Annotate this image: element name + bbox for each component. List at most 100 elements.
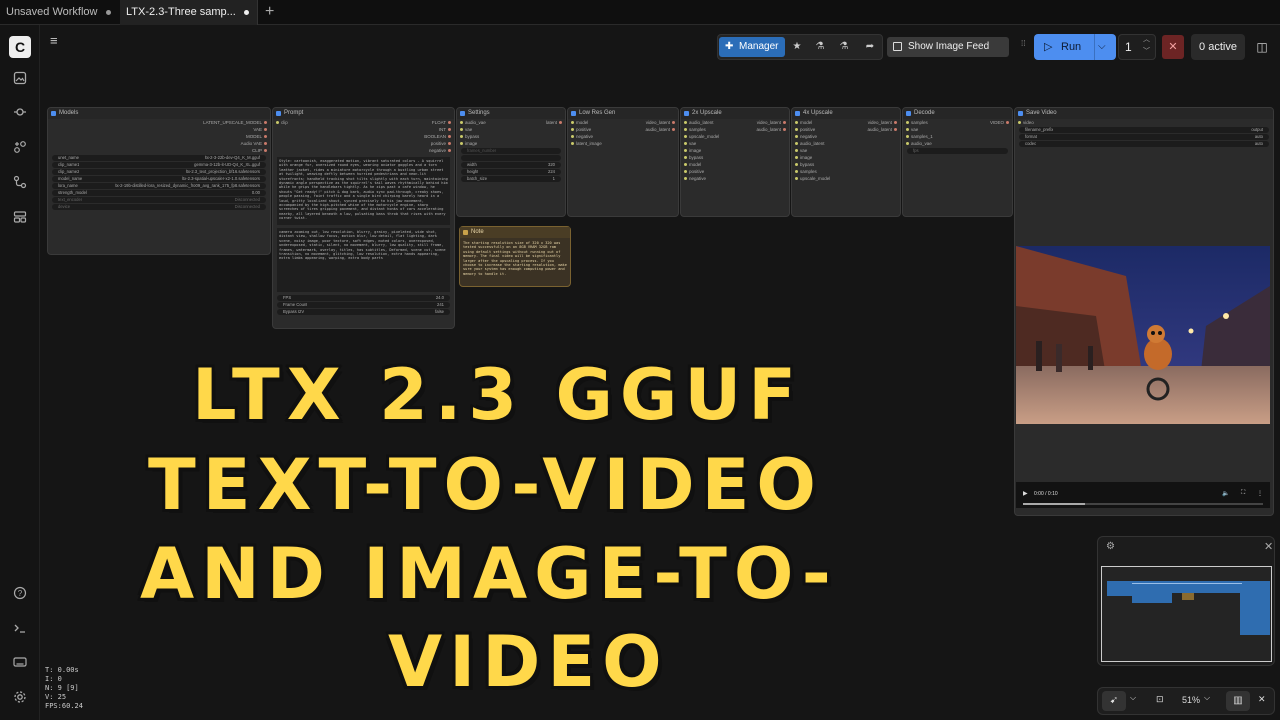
output-slot[interactable]: MODEL [48, 133, 270, 140]
output-slot[interactable]: LATENT_UPSCALE_MODEL [48, 119, 270, 126]
drag-handle-icon[interactable]: ⁞⁞ [1021, 40, 1029, 53]
templates-icon[interactable] [10, 210, 30, 230]
input-slot[interactable]: bypass [681, 154, 789, 161]
stepper-icon[interactable]: ︿ ﹀ [1143, 34, 1150, 58]
tab-unsaved-workflow[interactable]: Unsaved Workflow [0, 0, 118, 25]
input-slot[interactable]: upscale_model [681, 133, 789, 140]
input-slot[interactable]: vae [903, 126, 1012, 133]
strength-model-widget[interactable]: strength_model 0.00 [52, 190, 266, 196]
output-slot[interactable]: VIDEO [903, 119, 1012, 126]
node-4x-upscale[interactable]: 4x Upscale model video_latent positive a… [791, 107, 901, 217]
flask-icon[interactable]: ⚗ [810, 37, 830, 57]
node-settings[interactable]: Settings audio_vae latent vae bypass ima… [456, 107, 566, 217]
input-slot[interactable]: audio_latent [792, 140, 900, 147]
empty-widget[interactable] [461, 155, 561, 161]
fps-widget[interactable]: fps [907, 148, 1008, 154]
clear-queue-button[interactable]: ✕ [1162, 35, 1184, 59]
input-slot[interactable]: bypass [457, 133, 565, 140]
output-slot[interactable]: CLIP [48, 147, 270, 154]
output-slot[interactable]: BOOLEAN [273, 133, 454, 140]
text-encoder-widget[interactable]: text_encoder Disconnected [52, 197, 266, 203]
chevron-down-icon[interactable]: ⌵ [1130, 693, 1136, 703]
clip-name1-widget[interactable]: clip_name1 gemma-3-12b-it-UD-Q4_K_XL.gguf [52, 162, 266, 168]
output-slot[interactable]: video_latent [568, 119, 678, 126]
settings-gear-icon[interactable] [10, 690, 30, 710]
input-slot[interactable]: positive [681, 168, 789, 175]
output-slot[interactable]: Audio VAE [48, 140, 270, 147]
node-decode[interactable]: Decode samples VIDEO vae samples_1 audio… [902, 107, 1013, 217]
output-slot[interactable]: audio_latent [681, 126, 789, 133]
codec-widget[interactable]: codec auto [1019, 141, 1269, 147]
node-prompt[interactable]: Prompt clip FLOAT INT BOOLEAN positive n… [272, 107, 455, 329]
format-widget[interactable]: format auto [1019, 134, 1269, 140]
input-slot[interactable]: samples_1 [903, 133, 1012, 140]
output-slot[interactable]: video_latent [792, 119, 900, 126]
chevron-down-icon[interactable]: ⌵ [1098, 34, 1106, 60]
negative-prompt-textarea[interactable]: camera zooming out, low resolution, blur… [277, 228, 450, 292]
input-slot[interactable]: negative [792, 133, 900, 140]
minimap-toggle-icon[interactable]: ▥ [1226, 691, 1250, 711]
output-slot[interactable]: audio_latent [792, 126, 900, 133]
more-options-icon[interactable]: ⋮ [1257, 490, 1263, 497]
close-icon[interactable]: ✕ [1264, 540, 1273, 553]
images-icon[interactable] [10, 71, 30, 91]
flask-alt-icon[interactable]: ⚗ [834, 37, 854, 57]
output-slot[interactable]: negative [273, 147, 454, 154]
comfy-logo[interactable]: C [9, 36, 31, 58]
frame-count-widget[interactable]: Frame Count 241 [277, 302, 450, 308]
filename-prefix-widget[interactable]: filename_prefix output [1019, 127, 1269, 133]
node-2x-upscale[interactable]: 2x Upscale audio_latent video_latent sam… [680, 107, 790, 217]
input-slot[interactable]: vae [681, 140, 789, 147]
active-jobs-button[interactable]: 0 active [1191, 34, 1245, 60]
width-widget[interactable]: width 320 [461, 162, 561, 168]
fps-widget[interactable]: FPS 24.0 [277, 295, 450, 301]
output-slot[interactable]: audio_latent [568, 126, 678, 133]
input-slot[interactable]: model [681, 161, 789, 168]
show-image-feed-button[interactable]: Show Image Feed [887, 37, 1009, 57]
manager-button[interactable]: ✚ Manager [719, 37, 785, 57]
chevron-down-icon[interactable]: ⌵ [1204, 693, 1210, 703]
fullscreen-icon[interactable]: ⛶ [1241, 490, 1245, 497]
device-widget[interactable]: device Disconnected [52, 204, 266, 210]
workflows-icon[interactable] [10, 175, 30, 195]
video-preview[interactable] [1016, 246, 1270, 424]
bypass-i2v-widget[interactable]: Bypass I2V false [277, 309, 450, 315]
input-slot[interactable]: video [1015, 119, 1273, 126]
minimap-viewport[interactable] [1101, 566, 1272, 662]
output-slot[interactable]: VAE [48, 126, 270, 133]
model-name-widget[interactable]: model_name ltx-2.3-spatial-upscaler-x2-1.… [52, 176, 266, 182]
unet-name-widget[interactable]: unet_name ltx-2-3-22b-dev-Q4_K_M.gguf [52, 155, 266, 161]
input-slot[interactable]: bypass [792, 161, 900, 168]
node-models[interactable]: Models LATENT_UPSCALE_MODEL VAE MODEL Au… [47, 107, 271, 255]
input-slot[interactable]: image [792, 154, 900, 161]
input-slot[interactable]: audio_vae [903, 140, 1012, 147]
input-slot[interactable]: image [457, 140, 565, 147]
play-icon[interactable]: ▶ [1023, 490, 1028, 497]
zoom-level[interactable]: 51% [1182, 695, 1200, 705]
lora-name-widget[interactable]: lora_name ltx-2-19b-distilled-lora_resize… [52, 183, 266, 189]
menu-icon[interactable]: ≡ [50, 33, 64, 48]
minimap-settings-icon[interactable]: ⚙ [1106, 541, 1115, 552]
star-icon[interactable]: ★ [787, 37, 807, 57]
output-slot[interactable]: latent [457, 119, 565, 126]
output-slot[interactable]: INT [273, 126, 454, 133]
output-slot[interactable]: positive [273, 140, 454, 147]
input-slot[interactable]: samples [792, 168, 900, 175]
output-slot[interactable]: video_latent [681, 119, 789, 126]
volume-icon[interactable]: 🔈 [1222, 490, 1229, 497]
note-text[interactable]: The starting resolution size of 320 x 32… [460, 238, 570, 279]
input-slot[interactable]: negative [681, 175, 789, 182]
run-button[interactable]: ▷ Run ⌵ [1034, 34, 1116, 60]
input-slot[interactable]: latent_image [568, 140, 678, 147]
share-icon[interactable]: ➦ [860, 37, 880, 57]
fit-view-icon[interactable]: ⊡ [1156, 694, 1164, 705]
node-low-res-gen[interactable]: Low Res Gen model video_latent positive … [567, 107, 679, 217]
input-slot[interactable]: vae [457, 126, 565, 133]
node-note[interactable]: Note The starting resolution size of 320… [459, 226, 571, 287]
input-slot[interactable]: negative [568, 133, 678, 140]
video-progress[interactable] [1023, 503, 1263, 505]
input-slot[interactable]: upscale_model [792, 175, 900, 182]
positive-prompt-textarea[interactable]: Style: cartoonish, exaggerated motion, v… [277, 157, 450, 225]
link-visibility-icon[interactable]: ✕ [1258, 694, 1266, 705]
output-slot[interactable]: FLOAT [273, 119, 454, 126]
